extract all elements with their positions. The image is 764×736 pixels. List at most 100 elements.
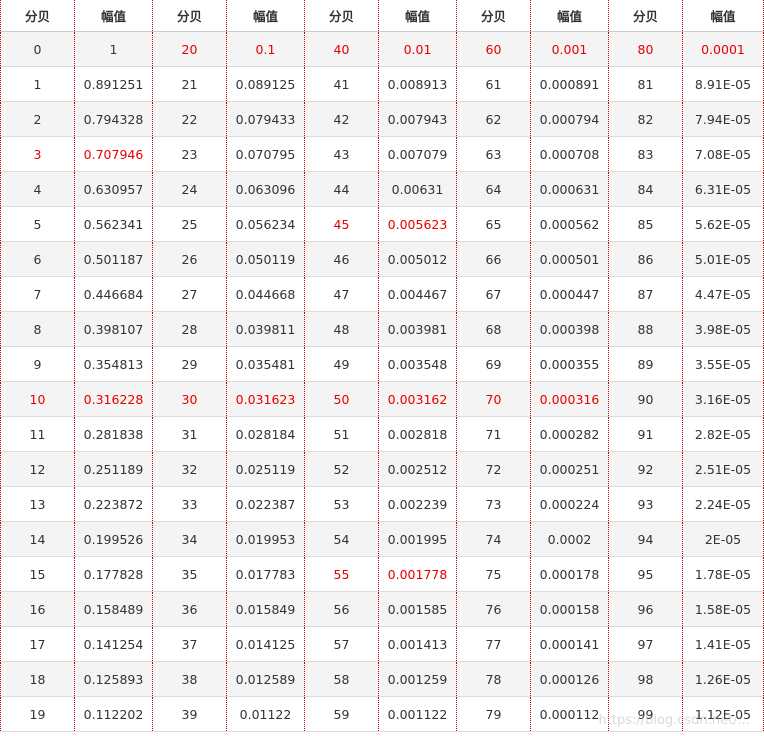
- amplitude-cell: 0.063096: [226, 171, 305, 207]
- db-cell: 92: [608, 451, 683, 487]
- amplitude-cell: 0.000141: [530, 626, 609, 662]
- column-header-amplitude: 幅值: [226, 0, 305, 32]
- amplitude-cell: 0.0002: [530, 521, 609, 557]
- db-cell: 46: [304, 241, 379, 277]
- table-row: 8 0.398107 28 0.039811 48 0.003981 68 0.000398 8…: [0, 311, 764, 347]
- db-cell: 96: [608, 591, 683, 627]
- db-cell: 20: [152, 31, 227, 67]
- amplitude-cell: 0.007079: [378, 136, 457, 172]
- amplitude-cell: 0.000224: [530, 486, 609, 522]
- db-cell: 88: [608, 311, 683, 347]
- amplitude-cell: 0.008913: [378, 66, 457, 102]
- amplitude-cell: 0.000447: [530, 276, 609, 312]
- db-cell: 72: [456, 451, 531, 487]
- db-cell: 10: [0, 381, 75, 417]
- db-cell: 97: [608, 626, 683, 662]
- amplitude-cell: 0.079433: [226, 101, 305, 137]
- amplitude-cell: 0.141254: [74, 626, 153, 662]
- column-header-amplitude: 幅值: [74, 0, 153, 32]
- db-cell: 50: [304, 381, 379, 417]
- amplitude-cell: 0.002239: [378, 486, 457, 522]
- amplitude-cell: 0.281838: [74, 416, 153, 452]
- table-row: 16 0.158489 36 0.015849 56 0.001585 76 0.000158…: [0, 591, 764, 627]
- table-row: 1 0.891251 21 0.089125 41 0.008913 61 0.000891 8…: [0, 66, 764, 102]
- db-cell: 67: [456, 276, 531, 312]
- amplitude-cell: 0.003981: [378, 311, 457, 347]
- table-row: 10 0.316228 30 0.031623 50 0.003162 70 0.000316…: [0, 381, 764, 417]
- db-cell: 9: [0, 346, 75, 382]
- amplitude-cell: 1: [74, 31, 153, 67]
- db-cell: 35: [152, 556, 227, 592]
- db-cell: 80: [608, 31, 683, 67]
- amplitude-cell: 0.000891: [530, 66, 609, 102]
- table-row: 0 1 20 0.1 40 0.01 60 0.001 80 0.0001: [0, 31, 764, 67]
- db-cell: 42: [304, 101, 379, 137]
- amplitude-cell: 0.630957: [74, 171, 153, 207]
- db-cell: 25: [152, 206, 227, 242]
- db-cell: 63: [456, 136, 531, 172]
- db-cell: 4: [0, 171, 75, 207]
- amplitude-cell: 0.398107: [74, 311, 153, 347]
- db-cell: 19: [0, 696, 75, 732]
- db-cell: 2: [0, 101, 75, 137]
- table-row: 6 0.501187 26 0.050119 46 0.005012 66 0.000501 8…: [0, 241, 764, 277]
- amplitude-cell: 0.070795: [226, 136, 305, 172]
- amplitude-cell: 0.005012: [378, 241, 457, 277]
- amplitude-cell: 0.01122: [226, 696, 305, 732]
- db-cell: 74: [456, 521, 531, 557]
- db-cell: 27: [152, 276, 227, 312]
- db-cell: 79: [456, 696, 531, 732]
- db-cell: 86: [608, 241, 683, 277]
- amplitude-cell: 3.55E-05: [682, 346, 764, 382]
- db-cell: 73: [456, 486, 531, 522]
- db-cell: 31: [152, 416, 227, 452]
- table-row: 3 0.707946 23 0.070795 43 0.007079 63 0.000708 8…: [0, 136, 764, 172]
- amplitude-cell: 0.1: [226, 31, 305, 67]
- db-cell: 47: [304, 276, 379, 312]
- db-cell: 45: [304, 206, 379, 242]
- db-cell: 77: [456, 626, 531, 662]
- db-cell: 53: [304, 486, 379, 522]
- amplitude-cell: 0.251189: [74, 451, 153, 487]
- amplitude-cell: 5.62E-05: [682, 206, 764, 242]
- db-cell: 56: [304, 591, 379, 627]
- amplitude-cell: 0.01: [378, 31, 457, 67]
- db-cell: 87: [608, 276, 683, 312]
- amplitude-cell: 0.00631: [378, 171, 457, 207]
- amplitude-cell: 2.24E-05: [682, 486, 764, 522]
- amplitude-cell: 0.000282: [530, 416, 609, 452]
- amplitude-cell: 0.017783: [226, 556, 305, 592]
- db-cell: 69: [456, 346, 531, 382]
- amplitude-cell: 0.015849: [226, 591, 305, 627]
- db-cell: 8: [0, 311, 75, 347]
- db-cell: 17: [0, 626, 75, 662]
- db-cell: 70: [456, 381, 531, 417]
- table-row: 17 0.141254 37 0.014125 57 0.001413 77 0.000141…: [0, 626, 764, 662]
- amplitude-cell: 0.562341: [74, 206, 153, 242]
- db-cell: 49: [304, 346, 379, 382]
- db-cell: 14: [0, 521, 75, 557]
- amplitude-cell: 0.001122: [378, 696, 457, 732]
- db-cell: 57: [304, 626, 379, 662]
- amplitude-cell: 1.58E-05: [682, 591, 764, 627]
- db-cell: 62: [456, 101, 531, 137]
- db-cell: 15: [0, 556, 75, 592]
- db-cell: 55: [304, 556, 379, 592]
- watermark-text: https://blog.csdn.net/...: [598, 713, 750, 728]
- amplitude-cell: 0.707946: [74, 136, 153, 172]
- table-row: 2 0.794328 22 0.079433 42 0.007943 62 0.000794 8…: [0, 101, 764, 137]
- amplitude-cell: 0.000631: [530, 171, 609, 207]
- amplitude-cell: 1.26E-05: [682, 661, 764, 697]
- db-cell: 59: [304, 696, 379, 732]
- amplitude-cell: 0.001585: [378, 591, 457, 627]
- db-cell: 44: [304, 171, 379, 207]
- table-row: 12 0.251189 32 0.025119 52 0.002512 72 0.000251…: [0, 451, 764, 487]
- db-cell: 41: [304, 66, 379, 102]
- db-cell: 68: [456, 311, 531, 347]
- column-header-db: 分贝: [152, 0, 227, 32]
- amplitude-cell: 0.446684: [74, 276, 153, 312]
- amplitude-cell: 0.354813: [74, 346, 153, 382]
- amplitude-cell: 0.000178: [530, 556, 609, 592]
- db-cell: 58: [304, 661, 379, 697]
- amplitude-cell: 0.0001: [682, 31, 764, 67]
